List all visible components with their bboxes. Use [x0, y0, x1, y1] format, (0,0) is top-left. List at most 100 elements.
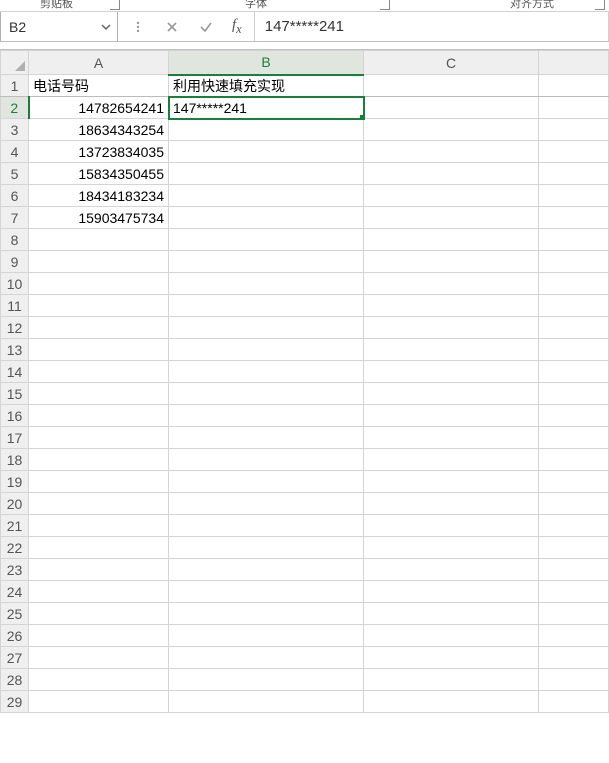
cell-D23[interactable] [539, 559, 609, 581]
cell-B21[interactable] [169, 515, 364, 537]
cell-D19[interactable] [539, 471, 609, 493]
cell-B27[interactable] [169, 647, 364, 669]
cell-C9[interactable] [364, 251, 539, 273]
cell-B10[interactable] [169, 273, 364, 295]
row-header[interactable]: 21 [1, 515, 29, 537]
row-header[interactable]: 9 [1, 251, 29, 273]
row-header[interactable]: 22 [1, 537, 29, 559]
col-header-C[interactable]: C [364, 51, 539, 75]
cell-A13[interactable] [29, 339, 169, 361]
cell-D13[interactable] [539, 339, 609, 361]
cell-C7[interactable] [364, 207, 539, 229]
cell-C13[interactable] [364, 339, 539, 361]
select-all-corner[interactable] [1, 51, 29, 75]
cell-C22[interactable] [364, 537, 539, 559]
cell-C10[interactable] [364, 273, 539, 295]
cell-C17[interactable] [364, 427, 539, 449]
cell-C27[interactable] [364, 647, 539, 669]
cell-B1[interactable]: 利用快速填充实现 [169, 75, 364, 97]
dialog-launcher-icon[interactable] [595, 0, 605, 10]
cell-A6[interactable]: 18434183234 [29, 185, 169, 207]
cell-A11[interactable] [29, 295, 169, 317]
row-header[interactable]: 25 [1, 603, 29, 625]
cell-A14[interactable] [29, 361, 169, 383]
cell-D5[interactable] [539, 163, 609, 185]
cell-C20[interactable] [364, 493, 539, 515]
cell-A22[interactable] [29, 537, 169, 559]
row-header[interactable]: 19 [1, 471, 29, 493]
cell-D22[interactable] [539, 537, 609, 559]
row-header[interactable]: 26 [1, 625, 29, 647]
cell-C25[interactable] [364, 603, 539, 625]
cell-C26[interactable] [364, 625, 539, 647]
cell-B9[interactable] [169, 251, 364, 273]
cell-C2[interactable] [364, 97, 539, 119]
row-header[interactable]: 2 [1, 97, 29, 119]
cell-B4[interactable] [169, 141, 364, 163]
cell-B8[interactable] [169, 229, 364, 251]
row-header[interactable]: 14 [1, 361, 29, 383]
row-header[interactable]: 16 [1, 405, 29, 427]
cell-C4[interactable] [364, 141, 539, 163]
cell-D16[interactable] [539, 405, 609, 427]
cell-C16[interactable] [364, 405, 539, 427]
cell-B15[interactable] [169, 383, 364, 405]
cell-B17[interactable] [169, 427, 364, 449]
cell-D7[interactable] [539, 207, 609, 229]
more-icon[interactable] [130, 19, 146, 35]
cell-B6[interactable] [169, 185, 364, 207]
cell-B23[interactable] [169, 559, 364, 581]
cell-B5[interactable] [169, 163, 364, 185]
cell-D27[interactable] [539, 647, 609, 669]
cell-D9[interactable] [539, 251, 609, 273]
cell-C21[interactable] [364, 515, 539, 537]
cell-B18[interactable] [169, 449, 364, 471]
col-header-B[interactable]: B [169, 51, 364, 75]
cell-B24[interactable] [169, 581, 364, 603]
row-header[interactable]: 20 [1, 493, 29, 515]
cell-C14[interactable] [364, 361, 539, 383]
row-header[interactable]: 17 [1, 427, 29, 449]
cell-B13[interactable] [169, 339, 364, 361]
row-header[interactable]: 24 [1, 581, 29, 603]
cell-A4[interactable]: 13723834035 [29, 141, 169, 163]
cell-D6[interactable] [539, 185, 609, 207]
cell-B29[interactable] [169, 691, 364, 713]
cell-D28[interactable] [539, 669, 609, 691]
cell-D10[interactable] [539, 273, 609, 295]
cell-C18[interactable] [364, 449, 539, 471]
cell-A2[interactable]: 14782654241 [29, 97, 169, 119]
cell-C3[interactable] [364, 119, 539, 141]
row-header[interactable]: 28 [1, 669, 29, 691]
cell-B7[interactable] [169, 207, 364, 229]
fx-icon[interactable]: fx [232, 17, 242, 37]
worksheet[interactable]: A B C 1电话号码利用快速填充实现214782654241147*****2… [0, 50, 609, 713]
cell-D11[interactable] [539, 295, 609, 317]
row-header[interactable]: 23 [1, 559, 29, 581]
cell-B20[interactable] [169, 493, 364, 515]
cell-C19[interactable] [364, 471, 539, 493]
grid[interactable]: A B C 1电话号码利用快速填充实现214782654241147*****2… [0, 50, 609, 713]
row-header[interactable]: 6 [1, 185, 29, 207]
cell-A24[interactable] [29, 581, 169, 603]
cell-A8[interactable] [29, 229, 169, 251]
cell-A18[interactable] [29, 449, 169, 471]
row-header[interactable]: 5 [1, 163, 29, 185]
cell-D20[interactable] [539, 493, 609, 515]
cell-A9[interactable] [29, 251, 169, 273]
row-header[interactable]: 29 [1, 691, 29, 713]
cell-C23[interactable] [364, 559, 539, 581]
cell-B16[interactable] [169, 405, 364, 427]
cell-A3[interactable]: 18634343254 [29, 119, 169, 141]
cell-A19[interactable] [29, 471, 169, 493]
row-header[interactable]: 10 [1, 273, 29, 295]
col-header-D[interactable] [539, 51, 609, 75]
cell-C12[interactable] [364, 317, 539, 339]
cell-A5[interactable]: 15834350455 [29, 163, 169, 185]
cell-A26[interactable] [29, 625, 169, 647]
cell-A25[interactable] [29, 603, 169, 625]
row-header[interactable]: 3 [1, 119, 29, 141]
row-header[interactable]: 11 [1, 295, 29, 317]
cell-D18[interactable] [539, 449, 609, 471]
cell-A1[interactable]: 电话号码 [29, 75, 169, 97]
